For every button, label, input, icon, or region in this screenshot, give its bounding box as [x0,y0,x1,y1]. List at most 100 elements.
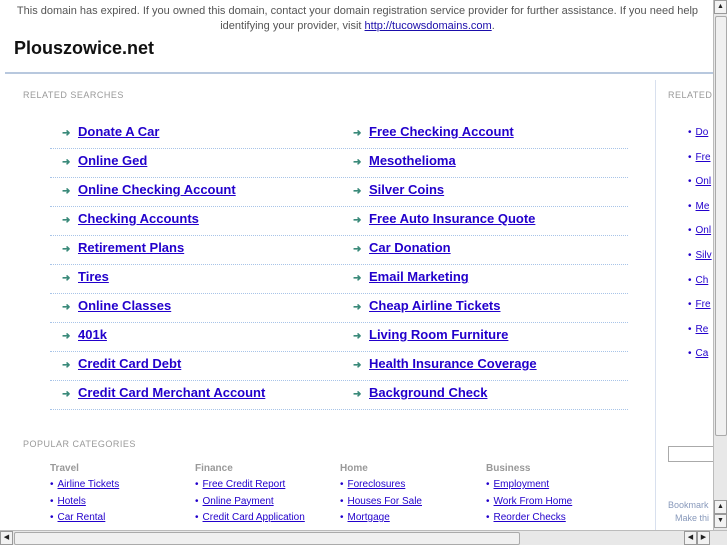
arrow-icon: ➜ [62,157,71,168]
side-link[interactable]: Fre [696,152,711,163]
side-link[interactable]: Me [696,201,710,212]
category-item: • Reorder Checks [486,512,566,523]
related-search-link[interactable]: Credit Card Debt [78,356,181,371]
arrow-icon: ➜ [353,157,362,168]
header-divider [5,72,713,74]
category-title: Business [486,463,531,474]
category-link[interactable]: Reorder Checks [494,512,566,523]
category-link[interactable]: Employment [494,479,550,490]
related-search-link[interactable]: Free Checking Account [369,124,514,139]
related-search-link[interactable]: Living Room Furniture [369,327,508,342]
related-search-link[interactable]: Cheap Airline Tickets [369,298,501,313]
category-item: • Free Credit Report [195,479,286,490]
scroll-up-button-lower[interactable]: ▲ [714,500,727,514]
arrow-icon: ➜ [353,244,362,255]
category-item: • Online Payment [195,495,274,507]
category-link[interactable]: Online Payment [203,496,274,507]
arrow-icon: ➜ [62,302,71,313]
related-search-link[interactable]: Online Classes [78,298,171,313]
vertical-scrollbar[interactable]: ▲ ▲ ▼ [713,0,727,530]
side-link[interactable]: Re [696,324,709,335]
related-search-link[interactable]: Silver Coins [369,182,444,197]
related-search-link[interactable]: Retirement Plans [78,240,184,255]
arrow-icon: ➜ [353,273,362,284]
side-link-item[interactable]: • Onl [688,225,711,236]
side-link-item[interactable]: • Do [688,127,708,138]
category-link[interactable]: Airline Tickets [58,479,120,490]
related-search-link[interactable]: Mesothelioma [369,153,456,168]
side-link[interactable]: Onl [696,225,712,236]
arrow-icon: ➜ [62,128,71,139]
related-search-link[interactable]: Free Auto Insurance Quote [369,211,535,226]
category-link[interactable]: Work From Home [494,496,573,507]
side-link[interactable]: Do [696,127,709,138]
category-link[interactable]: Foreclosures [348,479,406,490]
row-separator [50,380,628,381]
search-box[interactable] [668,446,718,462]
side-link[interactable]: Onl [696,176,712,187]
arrow-icon: ➜ [353,389,362,400]
related-searches-heading: RELATED SEARCHES [23,90,124,100]
related-search-link[interactable]: Car Donation [369,240,451,255]
horizontal-scroll-thumb[interactable] [14,532,520,545]
category-item: • Houses For Sale [340,495,422,507]
category-item: • Work From Home [486,495,573,507]
category-item: • Car Rental [50,512,106,523]
related-search-link[interactable]: Checking Accounts [78,211,199,226]
vertical-scroll-thumb[interactable] [715,16,727,436]
scroll-down-button[interactable]: ▼ [714,514,727,528]
scroll-left-button-right[interactable]: ◀ [684,531,697,545]
category-item: • Mortgage [340,512,390,523]
page-title: Plouszowice.net [14,38,155,58]
category-link[interactable]: Mortgage [348,512,390,523]
related-search-link[interactable]: Credit Card Merchant Account [78,385,265,400]
side-link[interactable]: Fre [696,299,711,310]
row-separator [50,235,628,236]
side-link-item[interactable]: • Fre [688,299,711,310]
bookmark-link[interactable]: Bookmark [668,500,709,510]
related-search-link[interactable]: Online Ged [78,153,147,168]
arrow-icon: ➜ [62,186,71,197]
category-item: • Hotels [50,495,86,507]
side-link-item[interactable]: • Me [688,201,709,212]
related-search-link[interactable]: Health Insurance Coverage [369,356,537,371]
related-search-link[interactable]: Online Checking Account [78,182,236,197]
arrow-icon: ➜ [353,128,362,139]
category-title: Travel [50,463,79,474]
side-link[interactable]: Ch [696,275,709,286]
category-column: Home • Foreclosures • Houses For Sale • Mortga… [340,463,422,529]
side-link-item[interactable]: • Re [688,324,708,335]
side-link[interactable]: Ca [696,348,709,359]
row-separator [50,264,628,265]
row-separator [50,206,628,207]
make-homepage-link[interactable]: Make thi [675,513,709,523]
horizontal-scrollbar[interactable]: ◀ ◀ ▶ [0,530,727,545]
category-link[interactable]: Credit Card Application [203,512,305,523]
category-link[interactable]: Hotels [58,496,86,507]
side-link-item[interactable]: • Fre [688,152,711,163]
scroll-right-button[interactable]: ▶ [697,531,710,545]
related-search-link[interactable]: Tires [78,269,109,284]
related-search-link[interactable]: Email Marketing [369,269,469,284]
tucows-link[interactable]: http://tucowsdomains.com [365,20,492,32]
arrow-icon: ➜ [353,215,362,226]
scroll-left-button[interactable]: ◀ [0,531,13,545]
side-link-item[interactable]: • Silv [688,250,712,261]
row-separator [50,293,628,294]
related-search-link[interactable]: 401k [78,327,107,342]
related-search-link[interactable]: Donate A Car [78,124,159,139]
category-link[interactable]: Houses For Sale [348,496,422,507]
arrow-icon: ➜ [353,360,362,371]
category-column: Business • Employment • Work From Home • Reord… [486,463,572,529]
scroll-up-button[interactable]: ▲ [714,0,727,14]
category-link[interactable]: Car Rental [58,512,106,523]
side-link-item[interactable]: • Onl [688,176,711,187]
related-search-link[interactable]: Background Check [369,385,487,400]
category-item: • Foreclosures [340,479,406,490]
side-link[interactable]: Silv [696,250,712,261]
side-link-item[interactable]: • Ca [688,348,708,359]
side-link-item[interactable]: • Ch [688,275,708,286]
arrow-icon: ➜ [62,215,71,226]
category-link[interactable]: Free Credit Report [203,479,286,490]
arrow-icon: ➜ [353,186,362,197]
